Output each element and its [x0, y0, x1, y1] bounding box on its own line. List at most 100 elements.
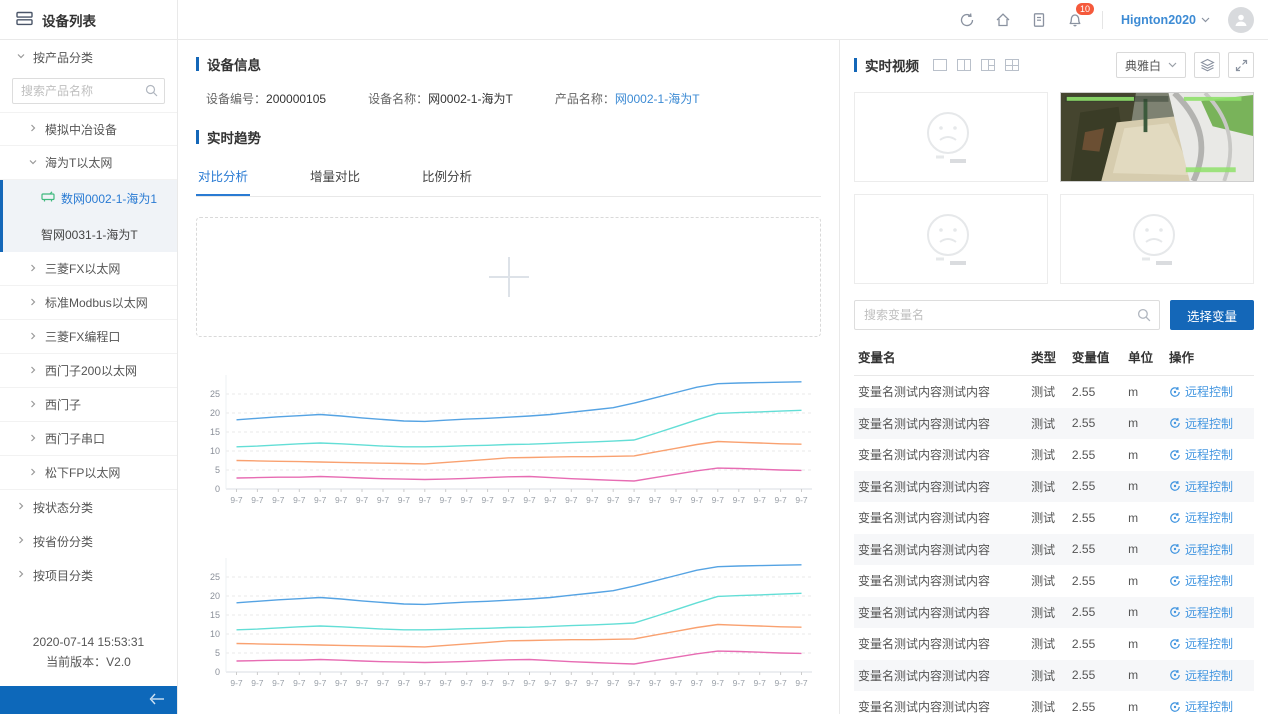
- svg-text:9-7: 9-7: [586, 678, 599, 688]
- cell-value: 2.55: [1068, 691, 1124, 714]
- layers-button[interactable]: [1194, 52, 1220, 78]
- svg-text:9-7: 9-7: [523, 678, 536, 688]
- video-feed[interactable]: [1060, 92, 1254, 182]
- svg-text:10: 10: [210, 446, 220, 456]
- sidebar-tree: 按产品分类 模拟中冶设备海为T以太网数网0002-1-海为1 智网0031-1-海…: [0, 40, 177, 632]
- sidebar-group-6[interactable]: 西门子: [0, 388, 177, 422]
- field-label: 设备名称：: [368, 92, 428, 106]
- product-search: [12, 78, 165, 104]
- svg-text:9-7: 9-7: [774, 495, 787, 505]
- select-variable-button[interactable]: 选择变量: [1170, 300, 1254, 330]
- trend-title: 实时趋势: [196, 127, 821, 147]
- layout-four-grid-icon[interactable]: [1005, 59, 1019, 71]
- chevron-right-icon: [16, 500, 26, 514]
- sidebar-group-2[interactable]: 三菱FX以太网: [0, 252, 177, 286]
- device-label: 智网0031-1-海为T: [41, 226, 138, 243]
- search-icon[interactable]: [1137, 308, 1151, 325]
- svg-text:9-7: 9-7: [523, 495, 536, 505]
- svg-text:9-7: 9-7: [795, 495, 808, 505]
- svg-text:5: 5: [215, 465, 220, 475]
- tab-1[interactable]: 增量对比: [308, 157, 362, 196]
- svg-text:0: 0: [215, 667, 220, 677]
- svg-text:9-7: 9-7: [356, 495, 369, 505]
- cell-unit: m: [1124, 628, 1165, 660]
- tab-2[interactable]: 比例分析: [420, 157, 474, 196]
- cell-type: 测试: [1027, 660, 1068, 692]
- current-timestamp: 2020-07-14 15:53:31: [0, 632, 177, 652]
- field-value: 网0002-1-海为T: [428, 92, 513, 106]
- svg-text:9-7: 9-7: [565, 495, 578, 505]
- notifications-bell-icon[interactable]: 10: [1066, 11, 1084, 29]
- remote-control-link[interactable]: 远程控制: [1169, 604, 1233, 621]
- remote-control-link[interactable]: 远程控制: [1169, 541, 1233, 558]
- remote-control-link[interactable]: 远程控制: [1169, 383, 1233, 400]
- sidebar-section-province[interactable]: 按省份分类: [0, 524, 177, 558]
- svg-text:9-7: 9-7: [607, 495, 620, 505]
- sidebar-group-8[interactable]: 松下FP以太网: [0, 456, 177, 490]
- trend-chart-2: 05101520259-79-79-79-79-79-79-79-79-79-7…: [196, 548, 821, 703]
- topbar: 10 Hignton2020: [178, 0, 1268, 40]
- svg-text:9-7: 9-7: [712, 678, 725, 688]
- cell-unit: m: [1124, 660, 1165, 692]
- remote-control-link[interactable]: 远程控制: [1169, 415, 1233, 432]
- cell-value: 2.55: [1068, 597, 1124, 629]
- variable-search-input[interactable]: [854, 300, 1160, 330]
- device-info-title: 设备信息: [196, 54, 821, 74]
- fullscreen-button[interactable]: [1228, 52, 1254, 78]
- video-slot-empty[interactable]: [1060, 194, 1254, 284]
- video-slot-empty[interactable]: [854, 194, 1048, 284]
- plus-icon: [489, 257, 529, 297]
- layout-single-icon[interactable]: [933, 59, 947, 71]
- sidebar-section-project[interactable]: 按项目分类: [0, 558, 177, 592]
- sidebar-device-1[interactable]: 智网0031-1-海为T: [3, 216, 177, 252]
- svg-text:9-7: 9-7: [712, 495, 725, 505]
- sidebar-group-0[interactable]: 模拟中冶设备: [0, 112, 177, 146]
- layout-two-pane-icon[interactable]: [957, 59, 971, 71]
- remote-control-link[interactable]: 远程控制: [1169, 635, 1233, 652]
- video-slot-empty[interactable]: [854, 92, 1048, 182]
- remote-control-link[interactable]: 远程控制: [1169, 509, 1233, 526]
- refresh-icon[interactable]: [958, 11, 976, 29]
- video-title: 实时视频: [854, 55, 919, 75]
- sidebar-section-product[interactable]: 按产品分类: [0, 40, 177, 74]
- group-label: 三菱FX编程口: [45, 328, 120, 345]
- avatar[interactable]: [1228, 7, 1254, 33]
- svg-text:9-7: 9-7: [230, 495, 243, 505]
- cell-type: 测试: [1027, 502, 1068, 534]
- field-value[interactable]: 网0002-1-海为T: [615, 92, 700, 106]
- sidebar-group-7[interactable]: 西门子串口: [0, 422, 177, 456]
- sidebar-group-4[interactable]: 三菱FX编程口: [0, 320, 177, 354]
- add-chart-placeholder[interactable]: [196, 217, 821, 337]
- topbar-divider: [1102, 11, 1103, 29]
- user-menu[interactable]: Hignton2020: [1121, 13, 1210, 27]
- sidebar-section-status[interactable]: 按状态分类: [0, 490, 177, 524]
- table-row: 变量名测试内容测试内容测试2.55m远程控制: [854, 628, 1254, 660]
- sidebar-group-5[interactable]: 西门子200以太网: [0, 354, 177, 388]
- video-header-actions: 典雅白: [1116, 52, 1254, 78]
- document-icon[interactable]: [1030, 11, 1048, 29]
- remote-control-link[interactable]: 远程控制: [1169, 667, 1233, 684]
- remote-control-link[interactable]: 远程控制: [1169, 478, 1233, 495]
- cell-name: 变量名测试内容测试内容: [854, 439, 1027, 471]
- tab-0[interactable]: 对比分析: [196, 157, 250, 196]
- product-search-input[interactable]: [12, 78, 165, 104]
- svg-text:9-7: 9-7: [293, 495, 306, 505]
- collapse-sidebar-icon[interactable]: [149, 693, 165, 708]
- video-header: 实时视频 典雅白: [854, 52, 1254, 78]
- sidebar-group-1[interactable]: 海为T以太网: [0, 146, 177, 180]
- remote-control-link[interactable]: 远程控制: [1169, 698, 1233, 714]
- chevron-right-icon: [28, 364, 38, 378]
- cell-name: 变量名测试内容测试内容: [854, 660, 1027, 692]
- remote-control-link[interactable]: 远程控制: [1169, 446, 1233, 463]
- chevron-right-icon: [28, 296, 38, 310]
- layout-three-pane-icon[interactable]: [981, 59, 995, 71]
- home-icon[interactable]: [994, 11, 1012, 29]
- svg-text:9-7: 9-7: [628, 495, 641, 505]
- remote-control-link[interactable]: 远程控制: [1169, 572, 1233, 589]
- sidebar-group-3[interactable]: 标准Modbus以太网: [0, 286, 177, 320]
- device-info-fields: 设备编号：200000105设备名称：网0002-1-海为T产品名称：网0002…: [206, 90, 821, 107]
- sidebar-device-0[interactable]: 数网0002-1-海为1: [3, 180, 177, 216]
- theme-select[interactable]: 典雅白: [1116, 52, 1186, 78]
- svg-text:9-7: 9-7: [774, 678, 787, 688]
- search-icon[interactable]: [145, 84, 158, 100]
